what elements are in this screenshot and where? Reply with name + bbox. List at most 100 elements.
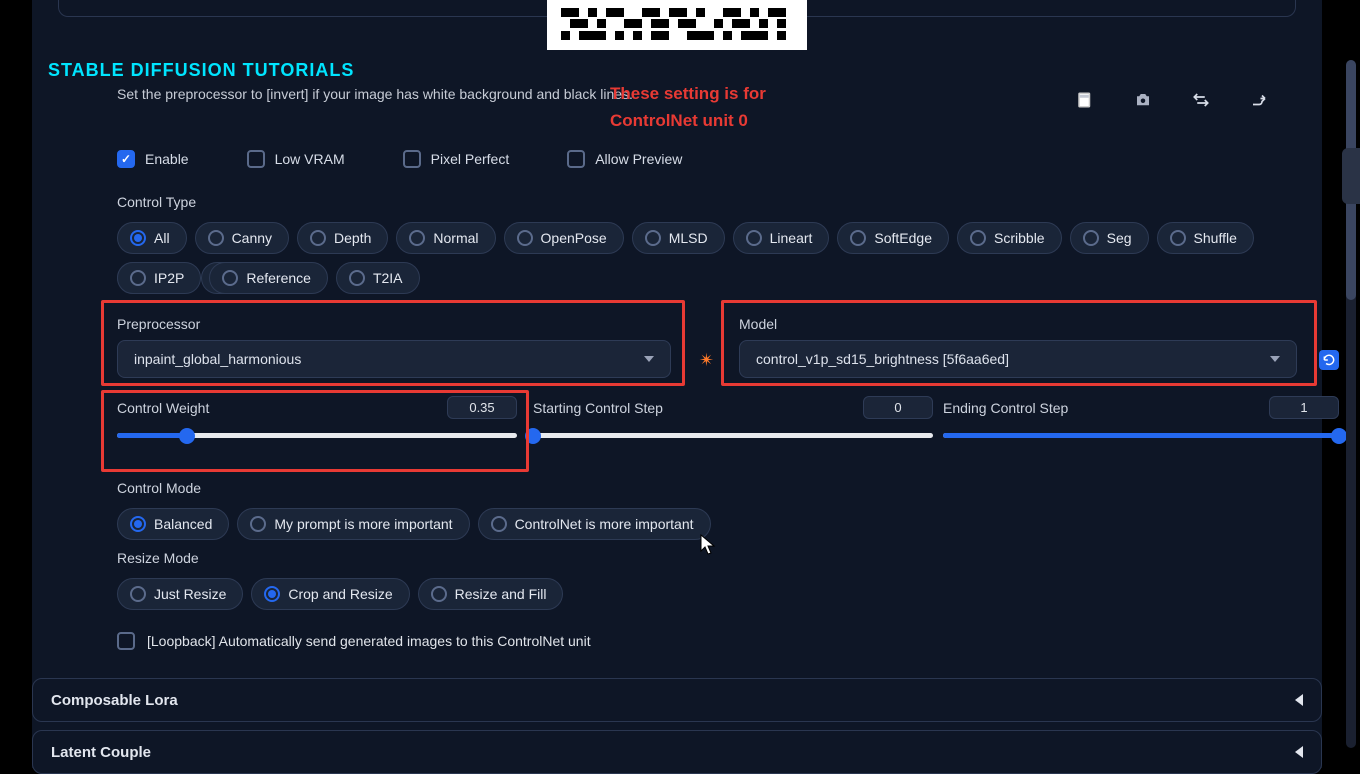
- low-vram-label: Low VRAM: [275, 151, 345, 167]
- starting-step-slider[interactable]: [533, 433, 933, 438]
- model-value: control_v1p_sd15_brightness [5f6aa6ed]: [756, 351, 1009, 367]
- slider-thumb[interactable]: [525, 428, 541, 444]
- pill-label: Balanced: [154, 516, 212, 532]
- radio-icon: [250, 516, 266, 532]
- send-up-icon[interactable]: [1249, 90, 1269, 110]
- radio-icon: [208, 230, 224, 246]
- latent-couple-accordion[interactable]: Latent Couple: [32, 730, 1322, 774]
- pill-label: MLSD: [669, 230, 708, 246]
- side-panel-tab[interactable]: [1342, 148, 1360, 204]
- camera-icon[interactable]: [1133, 90, 1153, 110]
- radio-icon: [222, 270, 238, 286]
- control-type-ip2p[interactable]: IP2P: [117, 262, 201, 294]
- control-type-lineart[interactable]: Lineart: [733, 222, 830, 254]
- pill-label: T2IA: [373, 270, 403, 286]
- annotation-note: These setting is for ControlNet unit 0: [610, 80, 766, 134]
- enable-checkbox[interactable]: [117, 150, 135, 168]
- radio-icon: [130, 270, 146, 286]
- control-mode-balanced[interactable]: Balanced: [117, 508, 229, 540]
- preprocessor-hint: Set the preprocessor to [invert] if your…: [117, 86, 633, 102]
- low-vram-checkbox[interactable]: [247, 150, 265, 168]
- starting-step-label: Starting Control Step: [533, 400, 663, 416]
- radio-icon: [970, 230, 986, 246]
- control-type-all[interactable]: All: [117, 222, 187, 254]
- pill-label: Scribble: [994, 230, 1045, 246]
- chevron-down-icon: [644, 356, 654, 362]
- control-type-row-2: IP2P Reference T2IA: [117, 262, 1269, 294]
- control-mode-my-prompt-is-more-important[interactable]: My prompt is more important: [237, 508, 469, 540]
- radio-icon: [491, 516, 507, 532]
- caret-left-icon: [1295, 694, 1303, 706]
- radio-icon: [349, 270, 365, 286]
- preprocessor-label: Preprocessor: [117, 316, 200, 332]
- control-type-softedge[interactable]: SoftEdge: [837, 222, 949, 254]
- refresh-models-button[interactable]: [1319, 350, 1339, 370]
- caret-left-icon: [1295, 746, 1303, 758]
- pill-label: All: [154, 230, 170, 246]
- new-canvas-icon[interactable]: [1075, 90, 1095, 110]
- pill-label: Normal: [433, 230, 478, 246]
- preprocessor-dropdown[interactable]: inpaint_global_harmonious: [117, 340, 671, 378]
- pill-label: SoftEdge: [874, 230, 932, 246]
- pill-label: My prompt is more important: [274, 516, 452, 532]
- allow-preview-checkbox[interactable]: [567, 150, 585, 168]
- slider-thumb[interactable]: [179, 428, 195, 444]
- control-mode-controlnet-is-more-important[interactable]: ControlNet is more important: [478, 508, 711, 540]
- resize-mode-row: Just Resize Crop and Resize Resize and Fil…: [117, 578, 1269, 610]
- control-mode-label: Control Mode: [117, 480, 201, 496]
- pill-label: Canny: [232, 230, 272, 246]
- loopback-label: [Loopback] Automatically send generated …: [147, 633, 591, 649]
- starting-step-value[interactable]: 0: [863, 396, 933, 419]
- control-weight-slider[interactable]: [117, 433, 517, 438]
- control-type-depth[interactable]: Depth: [297, 222, 388, 254]
- chevron-down-icon: [1270, 356, 1280, 362]
- pill-label: IP2P: [154, 270, 184, 286]
- pill-label: Shuffle: [1194, 230, 1237, 246]
- ending-step-label: Ending Control Step: [943, 400, 1068, 416]
- radio-icon: [1083, 230, 1099, 246]
- preprocessor-value: inpaint_global_harmonious: [134, 351, 301, 367]
- radio-icon: [431, 586, 447, 602]
- swap-icon[interactable]: [1191, 90, 1211, 110]
- resize-mode-resize-and-fill[interactable]: Resize and Fill: [418, 578, 564, 610]
- slider-thumb[interactable]: [1331, 428, 1347, 444]
- composable-lora-accordion[interactable]: Composable Lora: [32, 678, 1322, 722]
- radio-icon: [310, 230, 326, 246]
- resize-mode-label: Resize Mode: [117, 550, 199, 566]
- run-preprocessor-button[interactable]: ✴: [699, 350, 717, 368]
- control-type-t2ia[interactable]: T2IA: [336, 262, 420, 294]
- control-type-mlsd[interactable]: MLSD: [632, 222, 725, 254]
- ending-step-value[interactable]: 1: [1269, 396, 1339, 419]
- pixel-perfect-checkbox[interactable]: [403, 150, 421, 168]
- ending-step-slider[interactable]: [943, 433, 1339, 438]
- pill-label: Reference: [246, 270, 311, 286]
- control-type-reference[interactable]: Reference: [209, 262, 328, 294]
- pill-label: OpenPose: [541, 230, 607, 246]
- radio-icon: [130, 516, 146, 532]
- loopback-checkbox[interactable]: [117, 632, 135, 650]
- control-type-scribble[interactable]: Scribble: [957, 222, 1062, 254]
- radio-icon: [409, 230, 425, 246]
- control-type-openpose[interactable]: OpenPose: [504, 222, 624, 254]
- pill-label: Resize and Fill: [455, 586, 547, 602]
- pill-label: Just Resize: [154, 586, 226, 602]
- radio-icon: [746, 230, 762, 246]
- control-type-normal[interactable]: Normal: [396, 222, 495, 254]
- control-type-shuffle[interactable]: Shuffle: [1157, 222, 1254, 254]
- control-type-seg[interactable]: Seg: [1070, 222, 1149, 254]
- accordion-title: Latent Couple: [51, 744, 151, 761]
- radio-icon: [130, 230, 146, 246]
- model-dropdown[interactable]: control_v1p_sd15_brightness [5f6aa6ed]: [739, 340, 1297, 378]
- control-weight-label: Control Weight: [117, 400, 209, 416]
- control-weight-value[interactable]: 0.35: [447, 396, 517, 419]
- qr-image-preview[interactable]: [547, 0, 807, 50]
- resize-mode-just-resize[interactable]: Just Resize: [117, 578, 243, 610]
- control-type-label: Control Type: [117, 194, 196, 210]
- radio-icon: [130, 586, 146, 602]
- control-type-canny[interactable]: Canny: [195, 222, 289, 254]
- radio-icon: [1170, 230, 1186, 246]
- resize-mode-crop-and-resize[interactable]: Crop and Resize: [251, 578, 409, 610]
- radio-icon: [517, 230, 533, 246]
- radio-icon: [850, 230, 866, 246]
- radio-icon: [264, 586, 280, 602]
